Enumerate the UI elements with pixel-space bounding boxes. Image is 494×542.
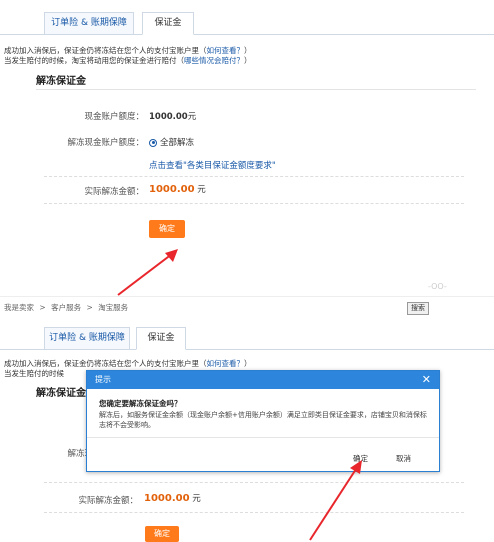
dashed-divider [44,176,464,177]
actual-amount-label: 实际解冻金额： [84,187,144,197]
requirement-link[interactable]: 点击查看"各类目保证金额度要求" [149,159,276,171]
actual-amount-value-2: 1000.00 元 [144,492,201,504]
notice-text: 成功加入消保后，保证金仍将冻结在您个人的支付宝账户里（如何查看？） 当发生赔付的… [4,46,252,66]
breadcrumb: 我是卖家 > 客户服务 > 淘宝服务 [4,302,128,313]
dialog-footer-divider [87,437,439,438]
search-button[interactable]: 搜索 [407,302,429,315]
how-to-view-link-2[interactable]: 如何查看？ [207,359,245,368]
tab-order-insurance[interactable]: 订单险 & 账期保障 [44,12,134,35]
tab-deposit[interactable]: 保证金 [142,12,194,35]
dialog-header: 提示 ✕ [87,371,439,389]
tab-order-insurance-2[interactable]: 订单险 & 账期保障 [44,327,130,350]
notice-line1: 成功加入消保后，保证金仍将冻结在您个人的支付宝账户里（ [4,46,207,55]
actual-amount-value: 1000.00 元 [149,183,206,195]
notice-line2-end: ） [244,56,252,65]
unfreeze-all-label: 全部解冻 [160,138,195,148]
cash-amount-value: 1000.00元 [149,110,196,122]
actual-amount-label-2: 实际解冻金额： [78,496,138,506]
dashed-divider-2 [44,203,464,204]
dialog-question: 您确定要解冻保证金吗？ [99,399,182,408]
cash-amount-unit: 元 [187,112,197,122]
section-title: 解冻保证金 [36,76,86,87]
cash-amount-label: 现金账户额度： [84,112,144,122]
dialog-title: 提示 [95,375,111,384]
actual-amount-number-2: 1000.00 [144,493,190,504]
notice2-line1-end: ） [244,359,252,368]
cash-amount-number: 1000.00 [149,112,188,122]
confirm-button[interactable]: 确定 [149,220,185,238]
section-title-2: 解冻保证金 [36,388,86,399]
unfreeze-label: 解冻现金账户额度： [67,138,144,148]
radio-selected-icon[interactable] [149,138,157,147]
notice2-line2: 当发生赔付的时候 [4,369,64,378]
section-divider [36,89,476,90]
breadcrumb-customer-service[interactable]: 客户服务 [51,303,81,312]
dashed-divider-3 [44,482,464,483]
actual-amount-unit-2: 元 [192,494,201,504]
actual-amount-number: 1000.00 [149,184,195,195]
confirm-button-2[interactable]: 确定 [145,526,179,542]
breadcrumb-taobao-service[interactable]: 淘宝服务 [98,303,128,312]
arrow-annotation-1 [117,249,178,296]
notice2-line1: 成功加入消保后，保证金仍将冻结在您个人的支付宝账户里（ [4,359,207,368]
watermark: -OO- [428,282,447,291]
actual-amount-unit: 元 [197,185,206,195]
dashed-divider-4 [44,512,464,513]
dialog-cancel-button[interactable]: 取消 [396,453,411,464]
tab-deposit-2[interactable]: 保证金 [136,327,186,350]
notice-line1-end: ） [244,46,252,55]
compensation-link[interactable]: 哪些情况会赔付？ [184,56,244,65]
breadcrumb-sep: > [39,303,46,312]
breadcrumb-seller[interactable]: 我是卖家 [4,303,34,312]
unfreeze-all-option[interactable]: 全部解冻 [149,136,194,148]
how-to-view-link[interactable]: 如何查看？ [207,46,245,55]
close-icon[interactable]: ✕ [422,371,431,389]
confirm-dialog: 提示 ✕ 您确定要解冻保证金吗？ 解冻后，如服务保证金余额（现金账户余额+信用账… [86,370,440,472]
dialog-message: 解冻后，如服务保证金余额（现金账户余额+信用账户余额）满足立即类目保证金要求，店… [99,411,427,429]
arrow-annotation-2 [309,460,362,541]
notice-line2: 当发生赔付的时候，淘宝将动用您的保证金进行赔付（ [4,56,184,65]
breadcrumb-sep: > [86,303,93,312]
top-separator [0,296,494,297]
